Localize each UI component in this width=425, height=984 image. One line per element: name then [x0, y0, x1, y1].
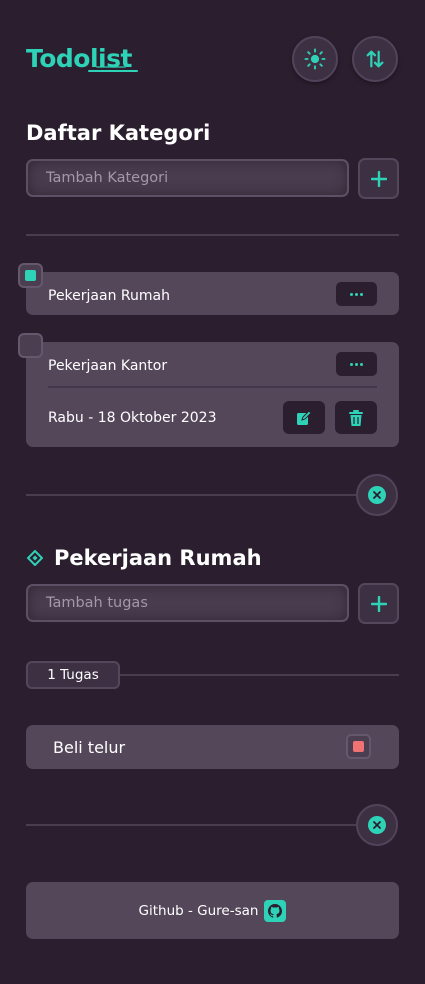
active-category-title: Pekerjaan Rumah	[54, 546, 262, 570]
trash-icon	[349, 409, 363, 426]
collapse-tasks-button[interactable]	[356, 804, 398, 846]
category-menu-button[interactable]	[336, 282, 377, 306]
category-date: Rabu - 18 Oktober 2023	[48, 410, 217, 426]
close-icon	[368, 486, 386, 504]
add-category-input[interactable]: Tambah Kategori	[26, 159, 349, 197]
category-checkbox[interactable]	[18, 263, 43, 288]
sun-icon	[304, 48, 326, 70]
divider	[26, 824, 366, 826]
category-menu-button[interactable]	[336, 352, 377, 376]
category-name: Pekerjaan Rumah	[48, 288, 170, 304]
diamond-icon	[27, 550, 43, 566]
task-count-badge: 1 Tugas	[26, 661, 120, 689]
more-icon	[350, 292, 353, 296]
task-name: Beli telur	[53, 738, 126, 757]
theme-toggle-button[interactable]	[292, 36, 338, 82]
logo-underline	[96, 66, 126, 68]
add-task-button[interactable]	[358, 583, 399, 624]
checkbox-fill	[25, 270, 36, 281]
edit-icon	[297, 409, 312, 425]
divider	[26, 494, 366, 496]
sort-arrows-icon	[366, 50, 384, 68]
plus-icon	[370, 595, 387, 612]
more-icon	[350, 362, 353, 366]
collapse-categories-button[interactable]	[356, 474, 398, 516]
add-task-input[interactable]: Tambah tugas	[26, 584, 349, 622]
logo-underline	[88, 70, 138, 72]
divider	[26, 234, 399, 236]
github-icon	[264, 899, 287, 922]
app-logo: Todolist	[26, 44, 132, 73]
sort-button[interactable]	[352, 36, 398, 82]
checkbox-fill	[353, 741, 364, 752]
footer-label: Github - Gure-san	[138, 902, 259, 919]
add-category-placeholder: Tambah Kategori	[46, 170, 169, 186]
card-divider	[48, 386, 377, 388]
close-icon	[368, 816, 386, 834]
github-footer-link[interactable]: Github - Gure-san	[26, 882, 399, 939]
edit-category-button[interactable]	[283, 401, 325, 434]
add-task-placeholder: Tambah tugas	[46, 595, 148, 611]
plus-icon	[370, 170, 387, 187]
category-name: Pekerjaan Kantor	[48, 358, 168, 374]
add-category-button[interactable]	[358, 158, 399, 199]
category-checkbox[interactable]	[18, 333, 43, 358]
task-checkbox[interactable]	[346, 734, 371, 759]
delete-category-button[interactable]	[335, 401, 377, 434]
categories-title: Daftar Kategori	[26, 121, 211, 145]
